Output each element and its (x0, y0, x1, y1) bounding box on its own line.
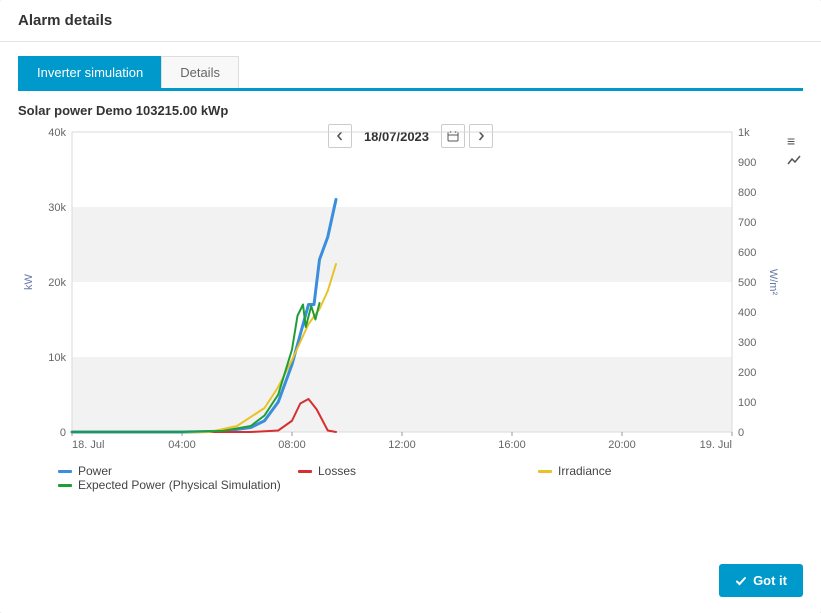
svg-text:30k: 30k (48, 202, 66, 214)
svg-text:900: 900 (738, 157, 756, 169)
svg-text:100: 100 (738, 397, 756, 409)
legend-swatch (298, 470, 312, 473)
modal-body: Inverter simulation Details Solar power … (0, 42, 821, 552)
chart-header: Solar power Demo 103215.00 kWp 18/07/202… (18, 103, 803, 118)
tab-inverter-simulation[interactable]: Inverter simulation (18, 56, 162, 88)
chart-area: ≡ 0 10k 20k 30k 40k 0 100 200 300 400 500 600 700 800… (18, 124, 803, 454)
line-chart-icon[interactable] (787, 154, 801, 168)
svg-text:400: 400 (738, 307, 756, 319)
legend-swatch (58, 470, 72, 473)
tab-details[interactable]: Details (161, 56, 239, 88)
svg-text:0: 0 (738, 427, 744, 439)
legend-item[interactable]: Losses (298, 464, 498, 478)
legend-label: Expected Power (Physical Simulation) (78, 478, 281, 492)
legend-swatch (538, 470, 552, 473)
svg-text:800: 800 (738, 187, 756, 199)
svg-text:0: 0 (60, 427, 66, 439)
menu-icon[interactable]: ≡ (787, 134, 801, 148)
svg-text:16:00: 16:00 (498, 439, 526, 451)
svg-text:40k: 40k (48, 127, 66, 139)
svg-text:700: 700 (738, 217, 756, 229)
alarm-details-modal: Alarm details Inverter simulation Detail… (0, 0, 821, 613)
line-chart: 0 10k 20k 30k 40k 0 100 200 300 400 500 600 700 800 90… (18, 124, 778, 454)
svg-text:10k: 10k (48, 352, 66, 364)
svg-text:500: 500 (738, 277, 756, 289)
legend-label: Power (78, 464, 112, 478)
chart-toolbar: ≡ (787, 134, 801, 168)
modal-footer: Got it (0, 552, 821, 613)
legend-item[interactable]: Expected Power (Physical Simulation) (58, 478, 281, 492)
chart-title: Solar power Demo 103215.00 kWp (18, 103, 228, 118)
got-it-button[interactable]: Got it (719, 564, 803, 597)
legend-item[interactable]: Power (58, 464, 258, 478)
svg-text:200: 200 (738, 367, 756, 379)
svg-text:20:00: 20:00 (608, 439, 636, 451)
svg-text:18. Jul: 18. Jul (72, 439, 104, 451)
modal-header: Alarm details (0, 0, 821, 42)
legend-label: Losses (318, 464, 356, 478)
legend-swatch (58, 484, 72, 487)
svg-text:600: 600 (738, 247, 756, 259)
tab-bar: Inverter simulation Details (18, 56, 803, 91)
svg-text:kW: kW (23, 273, 35, 290)
got-it-label: Got it (753, 573, 787, 588)
svg-text:20k: 20k (48, 277, 66, 289)
modal-title: Alarm details (18, 12, 112, 29)
svg-text:04:00: 04:00 (168, 439, 196, 451)
svg-text:08:00: 08:00 (278, 439, 306, 451)
svg-text:300: 300 (738, 337, 756, 349)
svg-text:1k: 1k (738, 127, 750, 139)
legend-item[interactable]: Irradiance (538, 464, 738, 478)
svg-text:19. Jul: 19. Jul (700, 439, 732, 451)
legend-label: Irradiance (558, 464, 611, 478)
chart-legend: Power Losses Irradiance Expected Power (Phy… (18, 454, 803, 492)
svg-text:W/m²: W/m² (767, 269, 778, 296)
check-icon (735, 575, 747, 587)
svg-text:12:00: 12:00 (388, 439, 416, 451)
